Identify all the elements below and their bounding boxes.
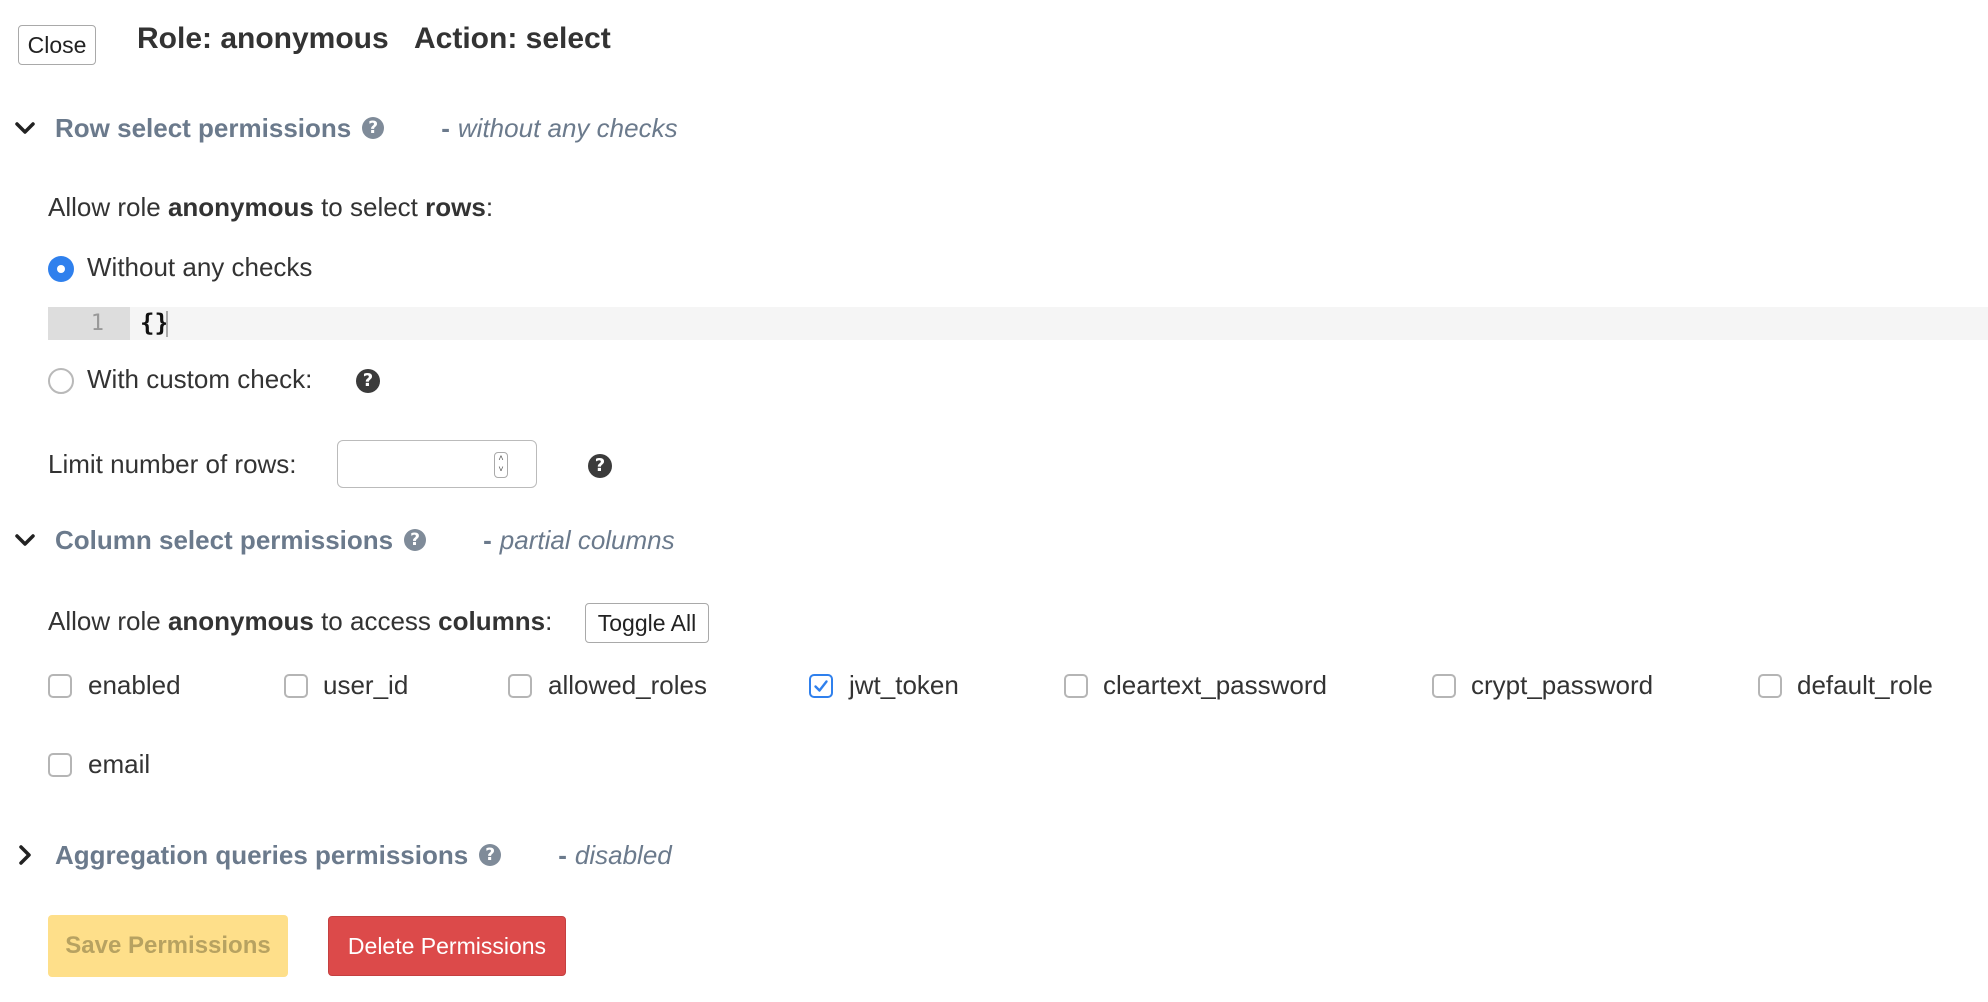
help-icon[interactable]: ? xyxy=(362,117,385,139)
column-label[interactable]: jwt_token xyxy=(849,670,959,701)
column-checkbox[interactable] xyxy=(809,674,833,698)
aggregation-permissions-header[interactable]: Aggregation queries permissions ? - disab… xyxy=(14,833,672,877)
column-checkbox[interactable] xyxy=(1758,674,1782,698)
column-checkbox[interactable] xyxy=(48,674,72,698)
column-checkbox[interactable] xyxy=(508,674,532,698)
column-label[interactable]: allowed_roles xyxy=(548,670,707,701)
custom-check-label[interactable]: With custom check: xyxy=(87,364,312,395)
column-checkbox[interactable] xyxy=(1064,674,1088,698)
row-permissions-title: Row select permissions xyxy=(55,112,352,143)
limit-rows-label: Limit number of rows: xyxy=(48,449,297,479)
chevron-down-icon xyxy=(15,122,35,134)
action-title: Action: select xyxy=(414,22,611,55)
limit-rows-help-icon[interactable]: ? xyxy=(588,454,612,478)
number-spinner-icon[interactable]: ˄ ˅ xyxy=(494,452,508,478)
role-title: Role: anonymous xyxy=(137,22,389,55)
help-icon[interactable]: ? xyxy=(479,844,502,866)
row-allow-text: Allow role anonymous to select rows: xyxy=(48,192,494,222)
chevron-right-icon xyxy=(19,845,31,865)
without-checks-radio[interactable] xyxy=(48,256,74,282)
column-permissions-subtitle: - partial columns xyxy=(483,524,675,555)
checkmark-icon xyxy=(814,680,828,692)
custom-check-radio[interactable] xyxy=(48,368,74,394)
aggregation-permissions-subtitle: - disabled xyxy=(558,839,672,870)
editor-code[interactable]: {} xyxy=(140,307,169,340)
chevron-down-icon xyxy=(15,534,35,546)
column-permissions-title: Column select permissions xyxy=(55,524,394,555)
column-checkbox[interactable] xyxy=(284,674,308,698)
aggregation-permissions-title: Aggregation queries permissions xyxy=(55,839,469,870)
role-name: anonymous xyxy=(167,606,314,636)
column-permissions-header[interactable]: Column select permissions ? - partial col… xyxy=(14,518,675,562)
row-permissions-header[interactable]: Row select permissions ? - without any ch… xyxy=(14,106,678,150)
column-label[interactable]: enabled xyxy=(88,670,181,701)
custom-check-help-icon[interactable]: ? xyxy=(356,369,380,393)
column-checkbox[interactable] xyxy=(1432,674,1456,698)
editor-line-number: 1 xyxy=(48,307,130,340)
column-label[interactable]: cleartext_password xyxy=(1103,670,1327,701)
close-button[interactable]: Close xyxy=(18,25,96,65)
help-icon[interactable]: ? xyxy=(404,529,427,551)
check-editor[interactable]: 1 {} xyxy=(48,307,1988,340)
column-allow-text: Allow role anonymous to access columns: xyxy=(48,606,553,636)
column-label[interactable]: default_role xyxy=(1797,670,1933,701)
save-permissions-button[interactable]: Save Permissions xyxy=(48,915,288,977)
limit-rows-input[interactable]: ˄ ˅ xyxy=(337,440,537,488)
toggle-all-button[interactable]: Toggle All xyxy=(585,603,709,643)
column-label[interactable]: user_id xyxy=(323,670,408,701)
column-label[interactable]: crypt_password xyxy=(1471,670,1653,701)
row-permissions-subtitle: - without any checks xyxy=(441,112,678,143)
column-label[interactable]: email xyxy=(88,749,150,780)
role-name: anonymous xyxy=(167,192,314,222)
without-checks-label[interactable]: Without any checks xyxy=(87,252,312,283)
delete-permissions-button[interactable]: Delete Permissions xyxy=(328,916,566,976)
column-checkbox[interactable] xyxy=(48,753,72,777)
editor-cursor xyxy=(166,311,168,337)
